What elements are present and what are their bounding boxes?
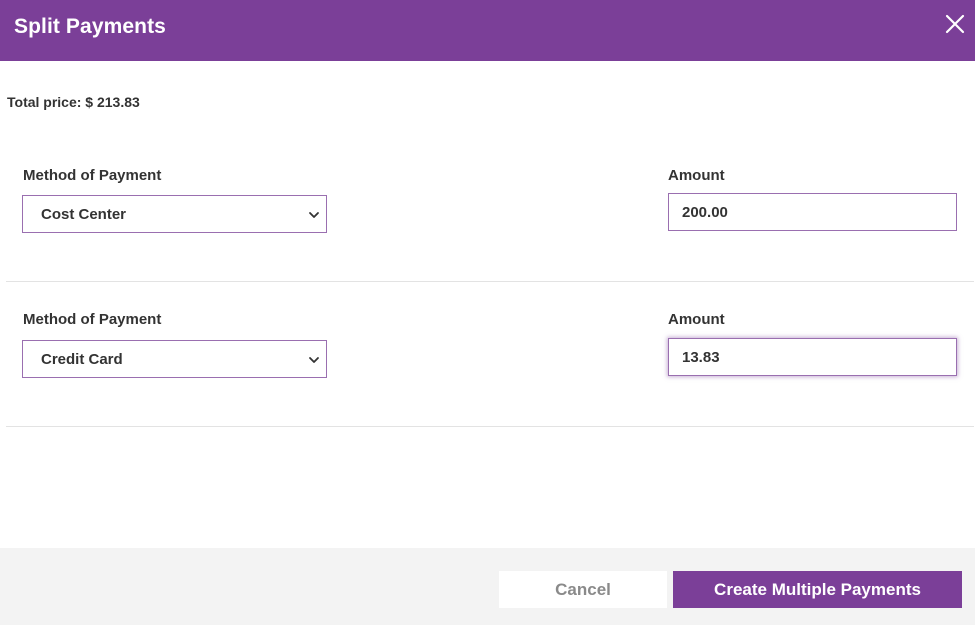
close-button[interactable] bbox=[945, 14, 965, 34]
cancel-button[interactable]: Cancel bbox=[499, 571, 667, 608]
chevron-down-icon bbox=[309, 357, 319, 363]
payment-row: Method of Payment Credit Card Amount bbox=[6, 281, 974, 427]
chevron-down-icon bbox=[309, 212, 319, 218]
method-of-payment-label: Method of Payment bbox=[23, 167, 162, 184]
method-of-payment-select[interactable]: Cost Center bbox=[22, 195, 327, 233]
dialog-header: Split Payments bbox=[0, 0, 975, 61]
dialog-title: Split Payments bbox=[14, 15, 166, 38]
method-of-payment-select[interactable]: Credit Card bbox=[22, 340, 327, 378]
dialog-footer: Cancel Create Multiple Payments bbox=[0, 548, 975, 625]
close-icon bbox=[945, 14, 965, 34]
payment-row: Method of Payment Cost Center Amount bbox=[6, 136, 974, 282]
row-divider bbox=[6, 426, 974, 427]
amount-input[interactable] bbox=[668, 193, 957, 231]
amount-input[interactable] bbox=[668, 338, 957, 376]
amount-label: Amount bbox=[668, 167, 725, 184]
method-of-payment-value: Cost Center bbox=[41, 206, 127, 223]
create-multiple-payments-button[interactable]: Create Multiple Payments bbox=[673, 571, 962, 608]
method-of-payment-value: Credit Card bbox=[41, 351, 123, 368]
amount-label: Amount bbox=[668, 311, 725, 328]
total-price: Total price: $ 213.83 bbox=[7, 94, 140, 110]
method-of-payment-label: Method of Payment bbox=[23, 311, 162, 328]
